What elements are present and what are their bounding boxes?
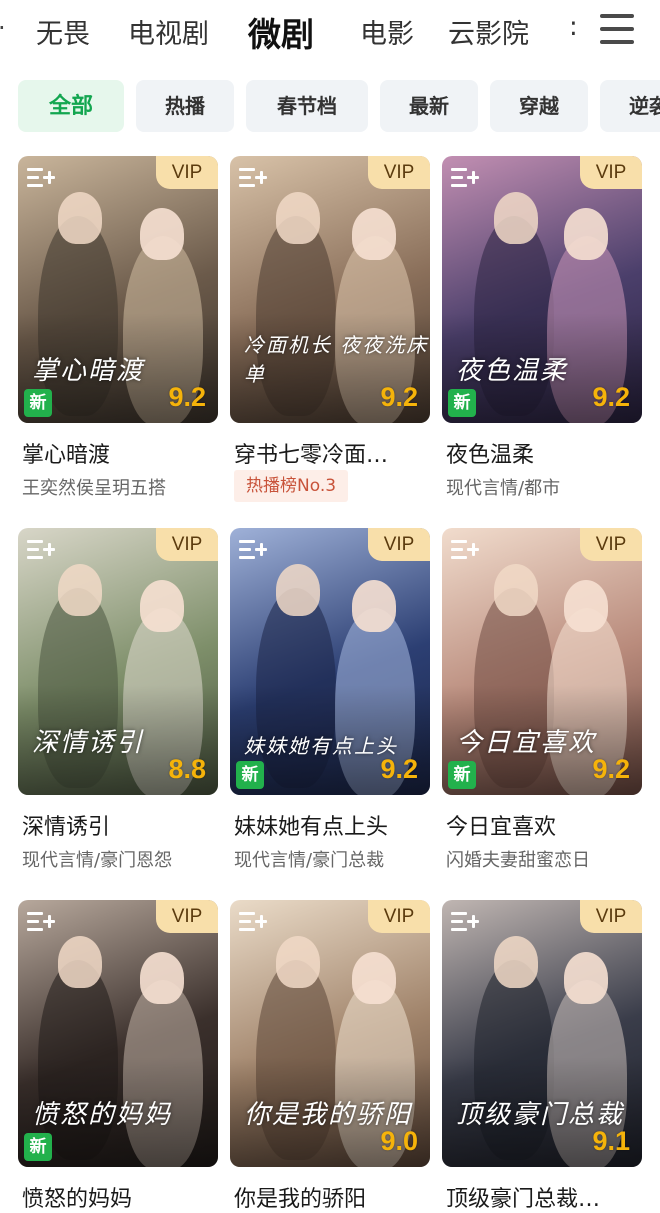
tab-movies[interactable]: 电影: [360, 12, 414, 51]
drama-tags: 闪婚夫妻甜蜜恋日: [446, 850, 590, 871]
poster-title-art: 深情诱引: [32, 728, 145, 758]
poster-face: [140, 580, 184, 632]
poster-title-art: 愤怒的妈妈: [32, 1100, 173, 1130]
poster-face: [564, 208, 608, 260]
add-to-list-icon[interactable]: [451, 540, 479, 562]
poster-image[interactable]: 顶级豪门总裁 VIP 9.1: [442, 900, 642, 1167]
drama-title[interactable]: 顶级豪门总裁…: [446, 1181, 646, 1213]
poster-face: [494, 936, 538, 988]
vip-badge: VIP: [368, 528, 430, 561]
poster-image[interactable]: 深情诱引 VIP 8.8: [18, 528, 218, 795]
poster-title-art: 今日宜喜欢: [456, 728, 597, 758]
hot-ranking-badge: 热播榜No.3: [234, 470, 349, 502]
vip-badge: VIP: [580, 900, 642, 933]
drama-tags: 现代言情/豪门恩怨: [22, 850, 173, 871]
tab-wuwei[interactable]: 无畏: [36, 12, 90, 51]
drama-title[interactable]: 穿书七零冷面…: [234, 437, 434, 469]
drama-title[interactable]: 妹妹她有点上头: [234, 809, 434, 841]
add-to-list-icon[interactable]: [27, 912, 55, 934]
tab-cloud-cinema[interactable]: 云影院: [448, 12, 529, 51]
new-badge: 新: [236, 761, 264, 789]
drama-title[interactable]: 愤怒的妈妈: [22, 1181, 222, 1213]
tab-tv-series[interactable]: 电视剧: [128, 12, 209, 51]
chip-counterattack[interactable]: 逆袭: [600, 80, 660, 132]
drama-tags: 王奕然侯呈玥五搭: [22, 478, 166, 499]
drama-tags: 现代言情/都市: [446, 478, 561, 499]
more-dots: :: [569, 12, 578, 42]
rating-score: 9.2: [592, 754, 630, 784]
vip-badge: VIP: [368, 900, 430, 933]
tab-micro-drama[interactable]: 微剧: [248, 8, 314, 56]
poster-title-art: 冷面机长 夜夜洗床单: [244, 333, 429, 386]
add-to-list-icon[interactable]: [239, 168, 267, 190]
poster-image[interactable]: 你是我的骄阳 VIP 9.0: [230, 900, 430, 1167]
vip-badge: VIP: [156, 528, 218, 561]
category-chip-bar: 全部 热播 春节档 最新 穿越 逆袭: [0, 80, 660, 136]
rating-score: 9.2: [380, 754, 418, 784]
poster-face: [564, 580, 608, 632]
new-badge: 新: [24, 1133, 52, 1161]
poster-title-art: 妹妹她有点上头: [244, 734, 398, 758]
drama-title[interactable]: 今日宜喜欢: [446, 809, 646, 841]
poster-image[interactable]: 今日宜喜欢 VIP 新 9.2: [442, 528, 642, 795]
poster-face: [352, 580, 396, 632]
add-to-list-icon[interactable]: [239, 912, 267, 934]
new-badge: 新: [448, 761, 476, 789]
rating-score: 9.1: [592, 1126, 630, 1156]
drama-title[interactable]: 夜色温柔: [446, 437, 646, 469]
poster-image[interactable]: 夜色温柔 VIP 新 9.2: [442, 156, 642, 423]
poster-face: [352, 952, 396, 1004]
chip-spring-festival[interactable]: 春节档: [246, 80, 368, 132]
add-to-list-icon[interactable]: [27, 540, 55, 562]
rating-score: 9.0: [380, 1126, 418, 1156]
rating-score: 9.2: [168, 382, 206, 412]
hamburger-menu-icon[interactable]: [600, 14, 634, 46]
add-to-list-icon[interactable]: [239, 540, 267, 562]
poster-title-art: 夜色温柔: [456, 356, 569, 386]
new-badge: 新: [448, 389, 476, 417]
poster-face: [58, 936, 102, 988]
poster-face: [352, 208, 396, 260]
add-to-list-icon[interactable]: [27, 168, 55, 190]
poster-face: [58, 192, 102, 244]
rating-score: 8.8: [168, 754, 206, 784]
drama-title[interactable]: 你是我的骄阳: [234, 1181, 434, 1213]
poster-face: [140, 208, 184, 260]
drama-title[interactable]: 深情诱引: [22, 809, 222, 841]
poster-image[interactable]: 冷面机长 夜夜洗床单 VIP 9.2: [230, 156, 430, 423]
drama-tags: 现代言情/豪门总裁: [234, 850, 385, 871]
chip-all[interactable]: 全部: [18, 80, 124, 132]
poster-image[interactable]: 愤怒的妈妈 VIP 新: [18, 900, 218, 1167]
add-to-list-icon[interactable]: [451, 168, 479, 190]
vip-badge: VIP: [580, 528, 642, 561]
poster-face: [276, 936, 320, 988]
vip-badge: VIP: [156, 156, 218, 189]
rating-score: 9.2: [380, 382, 418, 412]
vip-badge: VIP: [580, 156, 642, 189]
top-nav: · 无畏 电视剧 微剧 电影 云影院 :: [0, 0, 660, 70]
poster-title-art: 掌心暗渡: [32, 356, 145, 386]
chip-hot[interactable]: 热播: [136, 80, 234, 132]
vip-badge: VIP: [156, 900, 218, 933]
poster-face: [276, 192, 320, 244]
new-badge: 新: [24, 389, 52, 417]
poster-face: [140, 952, 184, 1004]
vip-badge: VIP: [368, 156, 430, 189]
chip-latest[interactable]: 最新: [380, 80, 478, 132]
rating-score: 9.2: [592, 382, 630, 412]
poster-image[interactable]: 掌心暗渡 VIP 新 9.2: [18, 156, 218, 423]
poster-face: [494, 192, 538, 244]
chip-time-travel[interactable]: 穿越: [490, 80, 588, 132]
poster-face: [494, 564, 538, 616]
poster-image[interactable]: 妹妹她有点上头 VIP 新 9.2: [230, 528, 430, 795]
poster-face: [58, 564, 102, 616]
poster-face: [564, 952, 608, 1004]
poster-face: [276, 564, 320, 616]
add-to-list-icon[interactable]: [451, 912, 479, 934]
drama-title[interactable]: 掌心暗渡: [22, 437, 222, 469]
nav-edge-fragment: ·: [0, 14, 6, 42]
